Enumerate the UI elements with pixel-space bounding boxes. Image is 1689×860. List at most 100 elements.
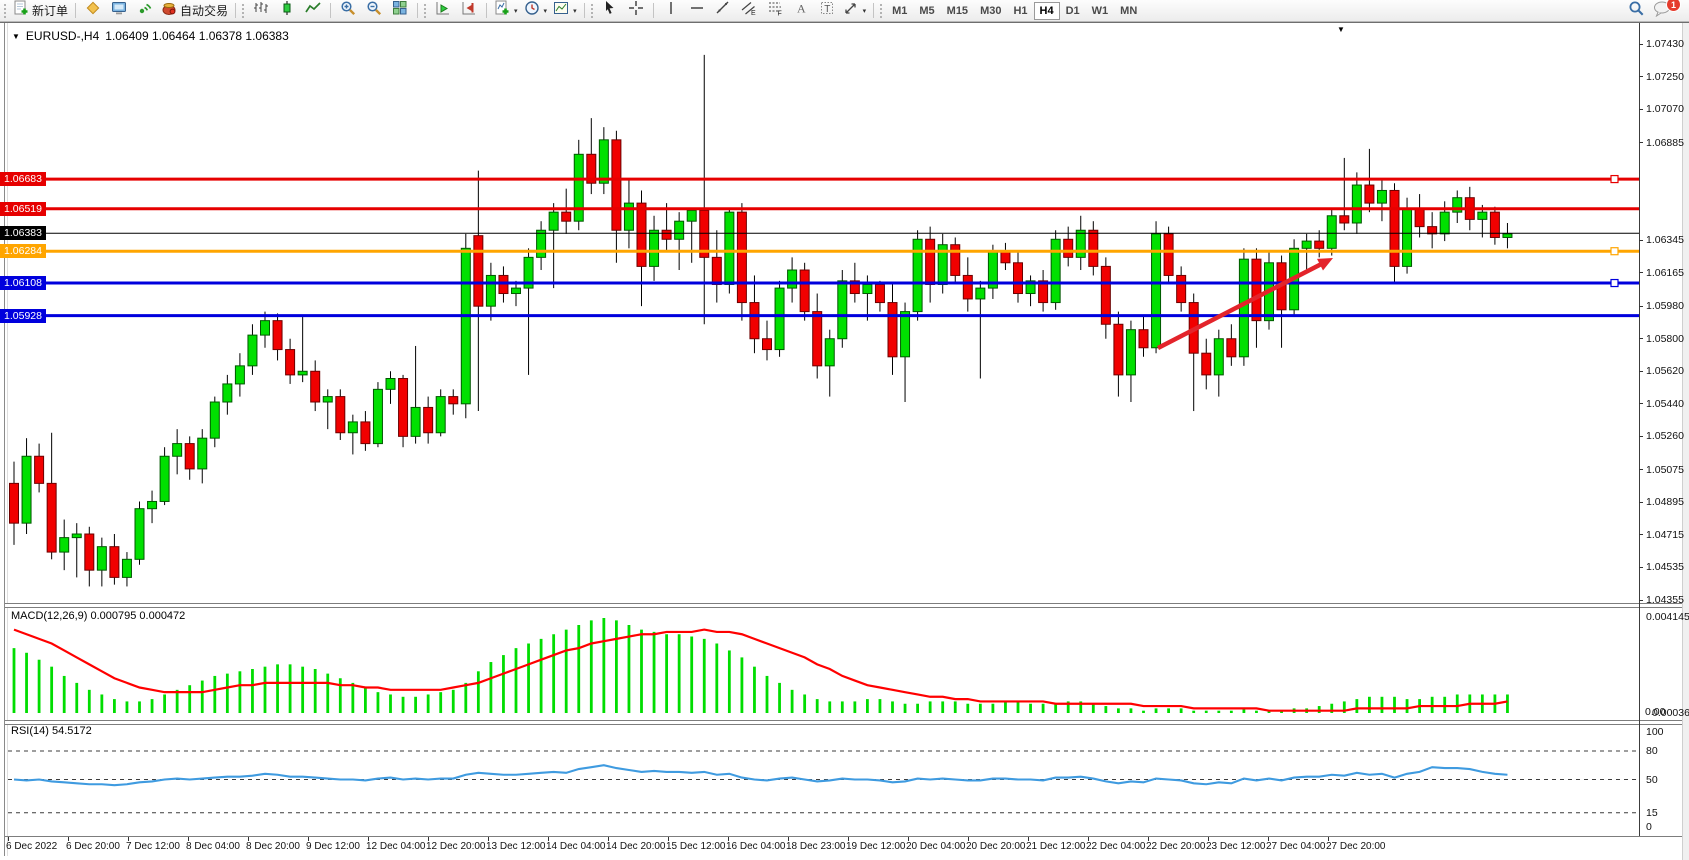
date-axis-label: 19 Dec 12:00 bbox=[846, 841, 906, 852]
price-axis-label-1.05075: 1.05075 bbox=[1646, 464, 1684, 476]
timeframe-toolbar: M1M5M15M30H1H4D1W1MN bbox=[886, 2, 1143, 20]
vertical-line-tool-button[interactable] bbox=[658, 1, 684, 21]
chevron-down-icon: ▾ bbox=[514, 7, 518, 15]
price-axis-tick bbox=[1639, 76, 1643, 77]
indicators-button[interactable]: ▾ bbox=[491, 1, 521, 21]
price-axis-tick bbox=[1639, 240, 1643, 241]
toolbar-grip[interactable] bbox=[241, 3, 245, 18]
price-axis-tick bbox=[1639, 371, 1643, 372]
horizontal-line-tool-button[interactable] bbox=[684, 1, 710, 21]
date-axis-label: 6 Dec 2022 bbox=[6, 841, 57, 852]
price-axis-label-1.06165: 1.06165 bbox=[1646, 267, 1684, 279]
chat-button[interactable]: 1 bbox=[1649, 1, 1675, 21]
date-axis-label: 27 Dec 20:00 bbox=[1326, 841, 1386, 852]
channel-tool-button[interactable]: E bbox=[736, 1, 762, 21]
chart-shift-marker-icon[interactable]: ▼ bbox=[1337, 25, 1345, 34]
autotrading-button[interactable]: 自动交易 bbox=[158, 1, 231, 21]
line-chart-mode-button[interactable] bbox=[300, 1, 326, 21]
signal-icon bbox=[137, 0, 153, 21]
mt4-application-window: 新订单 自动交易 ▾ ▾ ▾ E F bbox=[0, 0, 1689, 860]
price-tag-1.05928: 1.05928 bbox=[0, 309, 46, 323]
svg-text:T: T bbox=[824, 4, 830, 15]
crosshair-tool-button[interactable] bbox=[623, 1, 649, 21]
new-order-button[interactable]: 新订单 bbox=[10, 1, 71, 21]
macd-panel-divider[interactable] bbox=[5, 603, 1689, 608]
channel-icon: E bbox=[741, 0, 757, 21]
rsi-axis-label-15: 15 bbox=[1646, 807, 1658, 819]
chart-window-left-border bbox=[4, 23, 8, 856]
date-axis-label: 9 Dec 12:00 bbox=[306, 841, 360, 852]
price-axis-tick bbox=[1639, 469, 1643, 470]
price-tag-1.06383: 1.06383 bbox=[0, 226, 46, 240]
timeframe-button-m1[interactable]: M1 bbox=[886, 2, 913, 20]
chart-shift-button[interactable] bbox=[456, 1, 482, 21]
tile-windows-button[interactable] bbox=[387, 1, 413, 21]
timeframe-button-w1[interactable]: W1 bbox=[1086, 2, 1115, 20]
terminal-button[interactable] bbox=[106, 1, 132, 21]
trendline-icon bbox=[715, 0, 731, 21]
text-icon: A bbox=[793, 0, 809, 21]
title-dropdown-icon[interactable]: ▼ bbox=[12, 32, 20, 41]
text-tool-button[interactable]: A bbox=[788, 1, 814, 21]
price-axis-tick bbox=[1639, 142, 1643, 143]
fibonacci-icon: F bbox=[767, 0, 783, 21]
toolbar-grip[interactable] bbox=[879, 3, 883, 18]
timeframe-button-h1[interactable]: H1 bbox=[1007, 2, 1033, 20]
cursor-icon bbox=[602, 0, 618, 21]
fibonacci-tool-button[interactable]: F bbox=[762, 1, 788, 21]
date-axis-label: 20 Dec 20:00 bbox=[966, 841, 1026, 852]
trendline-tool-button[interactable] bbox=[710, 1, 736, 21]
price-chart-canvas[interactable] bbox=[0, 0, 1689, 860]
periods-button[interactable]: ▾ bbox=[521, 1, 551, 21]
price-axis-label-1.04895: 1.04895 bbox=[1646, 496, 1684, 508]
search-button[interactable] bbox=[1623, 1, 1649, 21]
toolbar-grip[interactable] bbox=[590, 3, 594, 18]
timeframe-button-mn[interactable]: MN bbox=[1114, 2, 1143, 20]
timeframe-button-m30[interactable]: M30 bbox=[974, 2, 1007, 20]
rsi-panel-divider[interactable] bbox=[5, 720, 1689, 725]
terminal-icon bbox=[111, 0, 127, 21]
zoom-out-button[interactable] bbox=[361, 1, 387, 21]
price-axis-label-1.05980: 1.05980 bbox=[1646, 300, 1684, 312]
toolbar-separator bbox=[330, 3, 331, 18]
timeframe-button-m15[interactable]: M15 bbox=[941, 2, 974, 20]
zoom-in-icon bbox=[340, 0, 356, 21]
arrows-tool-button[interactable]: ▾ bbox=[840, 1, 870, 21]
rsi-axis-label-0: 0 bbox=[1646, 821, 1652, 833]
date-axis-label: 22 Dec 04:00 bbox=[1086, 841, 1146, 852]
rsi-indicator-label: RSI(14) 54.5172 bbox=[11, 725, 92, 737]
svg-text:F: F bbox=[777, 11, 781, 17]
candlestick-icon bbox=[279, 0, 295, 21]
price-tag-1.06519: 1.06519 bbox=[0, 202, 46, 216]
toolbar-separator bbox=[653, 3, 654, 18]
price-axis-tick bbox=[1639, 502, 1643, 503]
price-axis-tick bbox=[1639, 272, 1643, 273]
timeframe-button-d1[interactable]: D1 bbox=[1060, 2, 1086, 20]
toolbar-grip[interactable] bbox=[423, 3, 427, 18]
metaeditor-button[interactable] bbox=[80, 1, 106, 21]
bar-chart-mode-button[interactable] bbox=[248, 1, 274, 21]
price-axis-tick bbox=[1639, 403, 1643, 404]
candlestick-mode-button[interactable] bbox=[274, 1, 300, 21]
price-axis-line bbox=[1639, 23, 1640, 836]
new-order-label: 新订单 bbox=[32, 2, 68, 19]
price-axis-label-1.07070: 1.07070 bbox=[1646, 103, 1684, 115]
cursor-tool-button[interactable] bbox=[597, 1, 623, 21]
price-tag-1.06284: 1.06284 bbox=[0, 244, 46, 258]
price-axis-label-1.06345: 1.06345 bbox=[1646, 234, 1684, 246]
autotrading-icon bbox=[161, 0, 177, 21]
price-axis-tick bbox=[1639, 600, 1643, 601]
toolbar-grip[interactable] bbox=[3, 3, 7, 18]
zoom-in-button[interactable] bbox=[335, 1, 361, 21]
date-axis-label: 22 Dec 20:00 bbox=[1146, 841, 1206, 852]
text-label-tool-button[interactable]: T bbox=[814, 1, 840, 21]
timeframe-button-m5[interactable]: M5 bbox=[913, 2, 940, 20]
strategy-tester-button[interactable] bbox=[132, 1, 158, 21]
price-axis-label-1.05440: 1.05440 bbox=[1646, 398, 1684, 410]
auto-scroll-button[interactable] bbox=[430, 1, 456, 21]
rsi-axis-label-50: 50 bbox=[1646, 774, 1658, 786]
vertical-line-icon bbox=[663, 0, 679, 21]
timeframe-button-h4[interactable]: H4 bbox=[1034, 2, 1060, 20]
templates-button[interactable]: ▾ bbox=[550, 1, 580, 21]
price-axis-label-1.05260: 1.05260 bbox=[1646, 430, 1684, 442]
